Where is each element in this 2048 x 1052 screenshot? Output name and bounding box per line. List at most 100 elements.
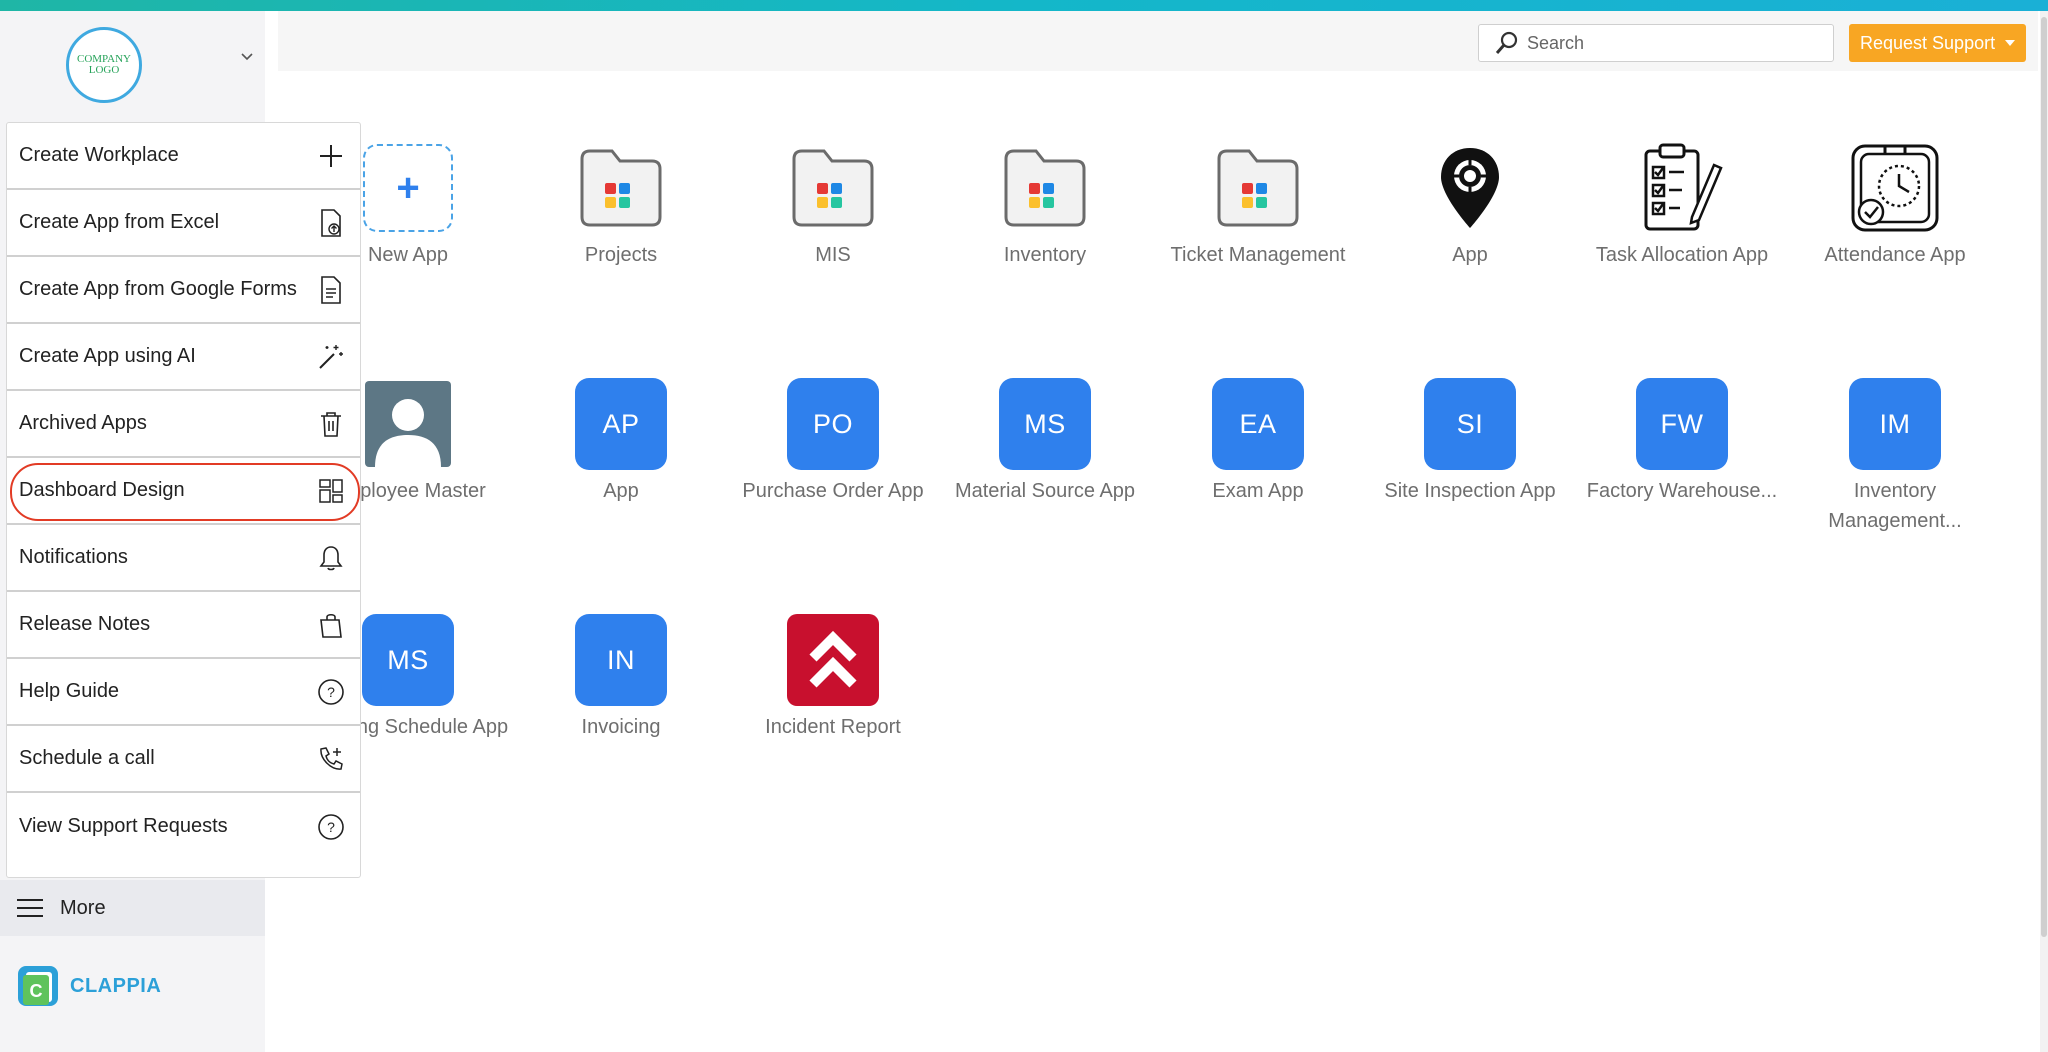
app-tile-projects[interactable]: Projects	[515, 142, 727, 270]
menu-item-label: Release Notes	[19, 613, 151, 635]
app-abbr-icon: MS	[999, 378, 1091, 470]
app-tile-factory-warehouse[interactable]: FW Factory Warehouse...	[1576, 378, 1788, 506]
menu-item-help-guide[interactable]: Help Guide ?	[7, 659, 360, 726]
file-upload-icon	[316, 208, 346, 238]
menu-item-label: Dashboard Design	[19, 479, 185, 501]
help-circle-icon: ?	[316, 677, 346, 707]
menu-item-label: Help Guide	[19, 680, 120, 702]
app-tile-ticket-management[interactable]: Ticket Management	[1152, 142, 1364, 270]
app-tile-attendance[interactable]: Attendance App	[1789, 142, 2001, 270]
map-pin-icon	[1424, 142, 1516, 234]
app-label: Site Inspection App	[1384, 480, 1556, 502]
plus-icon	[316, 141, 346, 171]
shopping-bag-icon	[316, 610, 346, 640]
clappia-logo-icon: C	[18, 966, 58, 1006]
app-abbr-icon: SI	[1424, 378, 1516, 470]
folder-icon	[787, 142, 879, 234]
app-label: Projects	[584, 244, 658, 266]
workplace-dropdown-menu: Create Workplace Create App from Excel C…	[6, 122, 361, 878]
caret-down-icon	[2005, 40, 2016, 46]
menu-item-create-app-from-google-forms[interactable]: Create App from Google Forms	[7, 257, 360, 324]
folder-icon	[575, 142, 667, 234]
app-tile-mis[interactable]: MIS	[727, 142, 939, 270]
menu-item-schedule-a-call[interactable]: Schedule a call	[7, 726, 360, 793]
menu-item-label: Schedule a call	[19, 747, 155, 769]
app-label: Exam App	[1212, 480, 1304, 502]
folder-icon	[999, 142, 1091, 234]
app-label: Material Source App	[954, 480, 1136, 502]
menu-item-view-support-requests[interactable]: View Support Requests ?	[7, 793, 360, 860]
svg-text:C: C	[30, 981, 43, 1001]
folder-icon	[1212, 142, 1304, 234]
menu-item-dashboard-design[interactable]: Dashboard Design	[7, 458, 360, 525]
app-label: Invoicing	[581, 716, 661, 738]
app-abbr-icon: EA	[1212, 378, 1304, 470]
menu-item-release-notes[interactable]: Release Notes	[7, 592, 360, 659]
menu-item-create-workplace[interactable]: Create Workplace	[7, 123, 360, 190]
menu-item-archived-apps[interactable]: Archived Apps	[7, 391, 360, 458]
menu-item-create-app-using-ai[interactable]: Create App using AI	[7, 324, 360, 391]
menu-item-label: Notifications	[19, 546, 128, 568]
menu-item-label: Create App using AI	[19, 345, 196, 367]
app-label: Factory Warehouse...	[1586, 480, 1778, 502]
app-label: MIS	[815, 244, 851, 266]
app-tile-material-source[interactable]: MS Material Source App	[939, 378, 1151, 506]
app-tile-site-inspection[interactable]: SI Site Inspection App	[1364, 378, 1576, 506]
app-tile-ap[interactable]: AP App	[515, 378, 727, 506]
app-label: Attendance App	[1824, 244, 1966, 266]
more-menu-toggle[interactable]: More	[0, 880, 265, 936]
app-abbr-icon: IN	[575, 614, 667, 706]
search-box[interactable]	[1478, 24, 1834, 62]
app-label: Task Allocation App	[1595, 244, 1769, 266]
phone-add-icon	[316, 744, 346, 774]
app-label: App	[1452, 244, 1488, 266]
menu-item-label: Archived Apps	[19, 412, 147, 434]
app-abbr-icon: AP	[575, 378, 667, 470]
app-tile-inventory-management[interactable]: IM Inventory Management...	[1789, 378, 2001, 536]
app-abbr-icon: MS	[362, 614, 454, 706]
app-label: Incident Report	[765, 716, 901, 738]
scrollbar-thumb[interactable]	[2041, 17, 2047, 937]
search-icon	[1495, 31, 1518, 54]
app-label: Purchase Order App	[742, 480, 924, 502]
dashboard-icon	[316, 476, 346, 506]
top-accent-bar	[0, 0, 2048, 11]
request-support-label: Request Support	[1860, 32, 1996, 53]
app-label: Inventory Management...	[1828, 480, 1962, 532]
more-label: More	[60, 896, 106, 919]
chevron-down-icon[interactable]	[240, 50, 254, 64]
chevrons-up-icon	[787, 614, 879, 706]
clipboard-checklist-icon	[1636, 142, 1728, 234]
hamburger-icon	[17, 899, 43, 917]
trash-icon	[316, 409, 346, 439]
clappia-brand[interactable]: C CLAPPIA	[16, 964, 161, 1008]
new-app-icon: +	[363, 144, 453, 232]
app-tile-purchase-order[interactable]: PO Purchase Order App	[727, 378, 939, 506]
app-tile-exam[interactable]: EA Exam App	[1152, 378, 1364, 506]
search-input[interactable]	[1527, 32, 1817, 54]
menu-item-label: Create App from Excel	[19, 211, 220, 233]
app-tile-invoicing[interactable]: IN Invoicing	[515, 614, 727, 742]
app-tile-task-allocation[interactable]: Task Allocation App	[1576, 142, 1788, 270]
brand-name: CLAPPIA	[70, 974, 162, 997]
app-label: Inventory	[1003, 244, 1087, 266]
app-tile-incident-report[interactable]: Incident Report	[727, 614, 939, 742]
app-label: Ticket Management	[1170, 244, 1346, 266]
app-tile-inventory[interactable]: Inventory	[939, 142, 1151, 270]
svg-text:?: ?	[327, 684, 335, 700]
app-label: App	[603, 480, 639, 502]
help-circle-icon: ?	[316, 812, 346, 842]
menu-item-create-app-from-excel[interactable]: Create App from Excel	[7, 190, 360, 257]
company-logo[interactable]: COMPANY LOGO	[66, 27, 142, 103]
menu-item-label: View Support Requests	[19, 815, 228, 837]
menu-item-label: Create Workplace	[19, 144, 179, 166]
app-tile-app-location[interactable]: App	[1364, 142, 1576, 270]
scrollbar[interactable]	[2040, 11, 2048, 1052]
menu-item-notifications[interactable]: Notifications	[7, 525, 360, 592]
app-abbr-icon: FW	[1636, 378, 1728, 470]
app-abbr-icon: PO	[787, 378, 879, 470]
app-abbr-icon: IM	[1849, 378, 1941, 470]
magic-wand-icon	[316, 342, 346, 372]
request-support-button[interactable]: Request Support	[1849, 24, 2026, 62]
bell-icon	[316, 543, 346, 573]
